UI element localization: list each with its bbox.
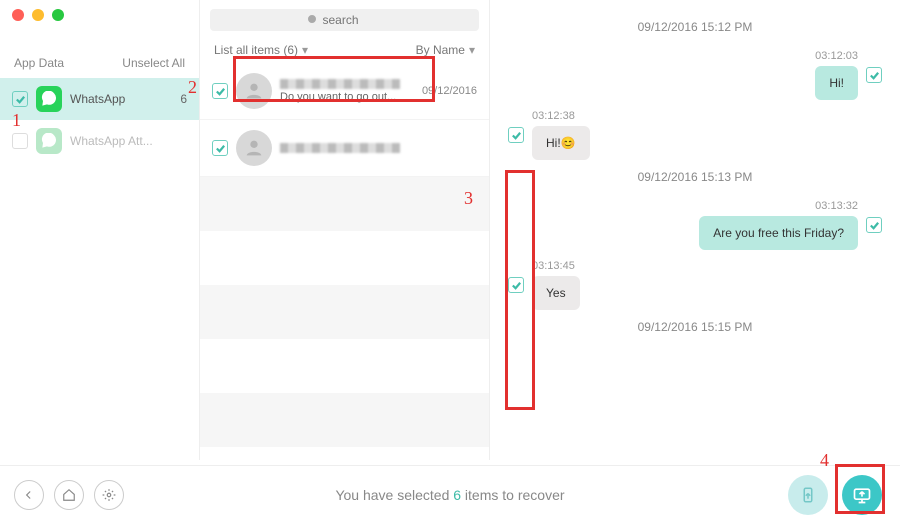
message-bubble-received[interactable]: Hi!😊: [532, 126, 590, 160]
chat-date-header: 09/12/2016 15:13 PM: [508, 170, 882, 184]
sidebar-item-count: 6: [180, 92, 187, 106]
settings-button[interactable]: [94, 480, 124, 510]
message-bubble-received[interactable]: Yes: [532, 276, 580, 310]
checkbox[interactable]: [212, 140, 228, 156]
chat-date-header: 09/12/2016 15:12 PM: [508, 20, 882, 34]
whatsapp-attachments-icon: [36, 128, 62, 154]
conversation-item[interactable]: Do you want to go out... 09/12/2016: [200, 63, 489, 120]
search-icon: [307, 14, 319, 26]
unselect-all-button[interactable]: Unselect All: [122, 56, 185, 70]
export-to-device-button[interactable]: [788, 475, 828, 515]
checkbox[interactable]: [866, 217, 882, 233]
checkbox[interactable]: [508, 277, 524, 293]
search-input[interactable]: [323, 13, 383, 27]
checkbox[interactable]: [212, 83, 228, 99]
back-button[interactable]: [14, 480, 44, 510]
app-data-label: App Data: [14, 56, 64, 70]
message-time: 03:13:45: [532, 260, 575, 272]
sidebar-item-whatsapp-attachments[interactable]: WhatsApp Att...: [0, 120, 199, 162]
avatar-icon: [236, 130, 272, 166]
chat-date-header: 09/12/2016 15:15 PM: [508, 320, 882, 334]
chevron-down-icon: ▾: [302, 43, 308, 57]
message-bubble-sent[interactable]: Hi!: [815, 66, 858, 100]
bottom-toolbar: You have selected 6 items to recover: [0, 465, 900, 523]
message-time: 03:12:38: [532, 110, 575, 122]
sidebar-item-whatsapp[interactable]: WhatsApp 6: [0, 78, 199, 120]
contact-name-redacted: [280, 79, 400, 89]
checkbox[interactable]: [12, 133, 28, 149]
checkbox[interactable]: [508, 127, 524, 143]
message-time: 03:12:03: [815, 50, 858, 62]
thread-date: 09/12/2016: [422, 85, 477, 97]
app-data-sidebar: App Data Unselect All WhatsApp 6 WhatsAp…: [0, 0, 200, 460]
contact-name-redacted: [280, 143, 400, 153]
filter-dropdown[interactable]: List all items (6)▾: [214, 43, 308, 57]
home-button[interactable]: [54, 480, 84, 510]
whatsapp-icon: [36, 86, 62, 112]
chevron-down-icon: ▾: [469, 43, 475, 57]
chat-panel: 09/12/2016 15:12 PM 03:12:03 Hi! 03:12:3…: [490, 0, 900, 460]
export-to-computer-button[interactable]: [842, 475, 882, 515]
message-time: 03:13:32: [815, 200, 858, 212]
message-bubble-sent[interactable]: Are you free this Friday?: [699, 216, 858, 250]
sidebar-item-label: WhatsApp Att...: [70, 134, 153, 148]
conversation-item[interactable]: [200, 120, 489, 177]
message-preview: Do you want to go out...: [280, 91, 414, 103]
empty-list-area: [200, 177, 489, 460]
search-field[interactable]: [210, 9, 479, 31]
checkbox[interactable]: [12, 91, 28, 107]
sort-dropdown[interactable]: By Name▾: [416, 43, 475, 57]
selection-status: You have selected 6 items to recover: [335, 487, 564, 503]
avatar-icon: [236, 73, 272, 109]
conversation-list: List all items (6)▾ By Name▾ Do you want…: [200, 0, 490, 460]
sidebar-item-label: WhatsApp: [70, 92, 125, 106]
checkbox[interactable]: [866, 67, 882, 83]
